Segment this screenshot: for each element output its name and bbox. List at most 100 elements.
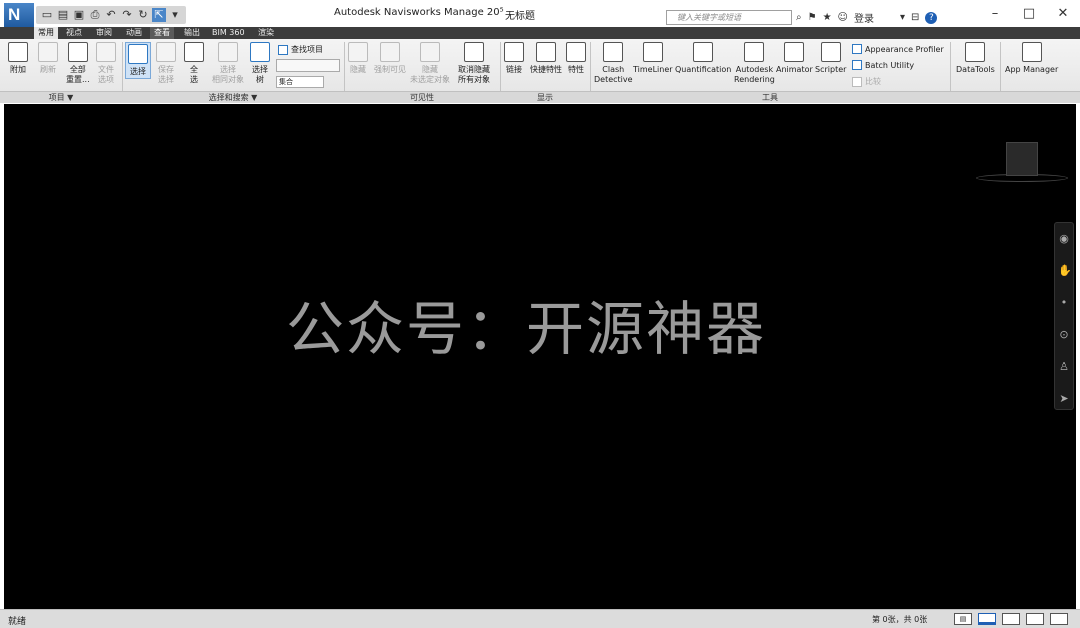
select-same-button[interactable]: 选择 相同对象 — [212, 42, 244, 85]
quantification-button[interactable]: Quantification — [675, 42, 731, 75]
undo-icon[interactable]: ↶ — [104, 8, 118, 22]
orbit-icon[interactable]: ⊙ — [1058, 329, 1070, 341]
app-logo[interactable]: N — [4, 3, 34, 27]
timeliner-button[interactable]: TimeLiner — [633, 42, 673, 75]
ribbon-tab-bar: 常用 视点 审阅 动画 查看 输出 BIM 360 渲染 — [0, 27, 1080, 39]
clash-detective-icon — [603, 42, 624, 62]
title-bar: N ▭ ▤ ▣ ⎙ ↶ ↷ ↻ ⇱ ▾ Autodesk Navisworks … — [0, 0, 1080, 28]
appearance-profiler-button[interactable]: Appearance Profiler — [852, 44, 944, 54]
appearance-profiler-icon — [852, 44, 862, 54]
tab-bim360[interactable]: BIM 360 — [208, 27, 249, 39]
reset-all-button[interactable]: 全部 重置... — [66, 42, 90, 85]
window-controls: – □ ✕ — [978, 0, 1080, 28]
minimize-button[interactable]: – — [978, 0, 1012, 28]
properties-button[interactable]: 特性 — [566, 42, 586, 75]
hide-unselected-button[interactable]: 隐藏 未选定对象 — [410, 42, 450, 85]
selection-tree-icon — [250, 42, 270, 62]
sets-dropdown[interactable]: 集合 — [276, 76, 324, 88]
compare-button[interactable]: 比较 — [852, 76, 881, 87]
tab-render[interactable]: 渲染 — [254, 27, 278, 39]
viewcube[interactable] — [1006, 142, 1038, 176]
clash-detective-button[interactable]: Clash Detective — [594, 42, 633, 85]
binoculars-icon[interactable]: ⌕ — [796, 12, 802, 23]
communication-icon[interactable]: ⚑ — [808, 12, 817, 23]
print-icon[interactable]: ⎙ — [88, 8, 102, 22]
tab-view[interactable]: 查看 — [150, 27, 174, 39]
find-items-icon — [278, 44, 288, 55]
save-icon[interactable]: ▣ — [72, 8, 86, 22]
maximize-button[interactable]: □ — [1012, 0, 1046, 28]
user-icon[interactable]: ☺ — [838, 12, 848, 23]
steering-wheel-icon[interactable]: ◉ — [1058, 233, 1070, 245]
help-icon[interactable]: ? — [925, 11, 938, 24]
navigation-bar: ◉ ✋ • ⊙ ♙ ➤ — [1054, 222, 1074, 410]
select-button[interactable]: 选择 — [125, 42, 151, 79]
network-icon — [1026, 613, 1044, 625]
walk-icon[interactable]: ♙ — [1058, 361, 1070, 373]
search-input[interactable]: 键入关键字或短语 — [666, 10, 792, 25]
tab-viewpoint[interactable]: 视点 — [62, 27, 86, 39]
find-items-button[interactable]: 查找项目 — [278, 44, 323, 55]
panel-select-search-label[interactable]: 选择和搜索 ▼ — [122, 92, 344, 104]
append-icon — [8, 42, 28, 62]
sheet-browser-icon[interactable]: ▤ — [954, 613, 972, 625]
tab-review[interactable]: 审阅 — [92, 27, 116, 39]
links-button[interactable]: 链接 — [504, 42, 524, 75]
redo-icon[interactable]: ↷ — [120, 8, 134, 22]
panel-project-label[interactable]: 项目 ▼ — [0, 92, 122, 104]
autodesk-rendering-button[interactable]: Autodesk Rendering — [734, 42, 775, 85]
select-cursor-icon — [128, 44, 148, 64]
links-icon — [504, 42, 524, 62]
datatools-icon — [965, 42, 986, 62]
window-title: Autodesk Navisworks Manage 20⁵ — [334, 7, 504, 18]
tab-animation[interactable]: 动画 — [122, 27, 146, 39]
panel-tools-label: 工具 — [762, 93, 778, 102]
tab-home[interactable]: 常用 — [34, 27, 58, 39]
memory-bar-icon — [978, 613, 996, 625]
cart-icon[interactable]: ⊟ — [911, 12, 919, 23]
scripter-button[interactable]: Scripter — [815, 42, 846, 75]
file-options-button[interactable]: 文件 选项 — [96, 42, 116, 85]
hide-button[interactable]: 隐藏 — [348, 42, 368, 75]
new-file-icon[interactable]: ▭ — [40, 8, 54, 22]
close-button[interactable]: ✕ — [1046, 0, 1080, 28]
select-arrow-icon[interactable]: ➤ — [1058, 393, 1070, 405]
zoom-icon[interactable]: • — [1058, 297, 1070, 309]
quick-properties-button[interactable]: 快捷特性 — [530, 42, 562, 75]
3d-viewport[interactable]: 公众号：开源神器 ◉ ✋ • ⊙ ♙ ➤ — [4, 104, 1076, 609]
app-manager-button[interactable]: App Manager — [1005, 42, 1058, 75]
select-same-icon — [218, 42, 238, 62]
open-icon[interactable]: ▤ — [56, 8, 70, 22]
batch-utility-button[interactable]: Batch Utility — [852, 60, 914, 70]
tab-output[interactable]: 输出 — [180, 27, 204, 39]
refresh-button[interactable]: 刷新 — [38, 42, 58, 75]
batch-utility-icon — [852, 60, 862, 70]
scripter-icon — [820, 42, 841, 62]
save-selection-button[interactable]: 保存 选择 — [156, 42, 176, 85]
login-link[interactable]: 登录 — [854, 10, 874, 25]
datatools-button[interactable]: DataTools — [956, 42, 995, 75]
pan-hand-icon[interactable]: ✋ — [1058, 265, 1072, 277]
favorites-star-icon[interactable]: ★ — [823, 12, 832, 23]
selection-tree-button[interactable]: 选择 树 — [250, 42, 270, 85]
unhide-all-icon — [464, 42, 484, 62]
select-cursor-icon[interactable]: ⇱ — [152, 8, 166, 22]
require-button[interactable]: 强制可见 — [374, 42, 406, 75]
file-options-icon — [96, 42, 116, 62]
unhide-all-button[interactable]: 取消隐藏 所有对象 — [458, 42, 490, 85]
quick-find-input[interactable] — [276, 59, 340, 72]
animator-button[interactable]: Animator — [776, 42, 813, 75]
select-all-icon — [184, 42, 204, 62]
memory-readout-icon — [1050, 613, 1068, 625]
append-button[interactable]: 附加 — [8, 42, 28, 75]
select-all-button[interactable]: 全 选 — [184, 42, 204, 85]
chevron-down-icon[interactable]: ▾ — [900, 12, 905, 23]
document-title: 无标题 — [505, 11, 535, 22]
qat-dropdown-icon[interactable]: ▾ — [168, 8, 182, 22]
reset-all-icon — [67, 42, 88, 62]
hide-icon — [348, 42, 368, 62]
status-icons: ▤ — [954, 613, 1068, 625]
animator-icon — [784, 42, 805, 62]
refresh-icon[interactable]: ↻ — [136, 8, 150, 22]
quick-properties-icon — [536, 42, 556, 62]
